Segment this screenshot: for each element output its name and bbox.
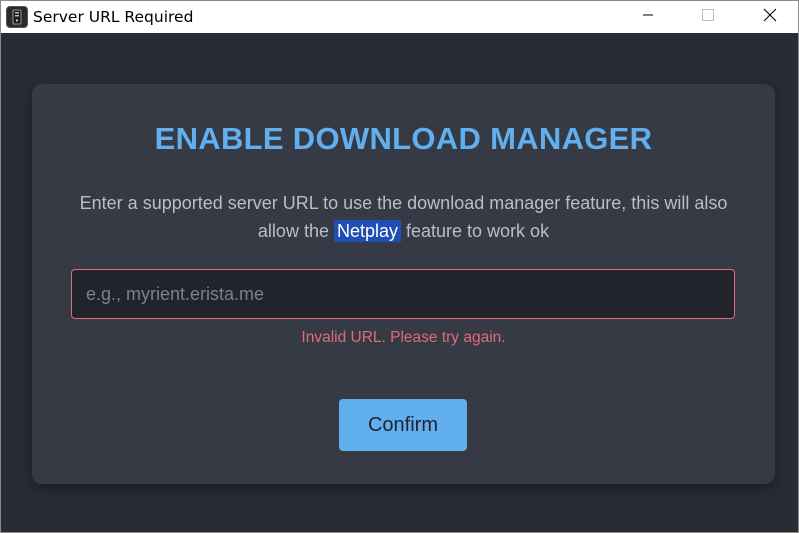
confirm-button[interactable]: Confirm [339,399,467,451]
client-area: ENABLE DOWNLOAD MANAGER Enter a supporte… [1,33,798,532]
minimize-button[interactable] [625,1,671,33]
close-button[interactable] [747,1,793,33]
title-bar[interactable]: Server URL Required [1,1,798,33]
maximize-button[interactable] [685,1,731,33]
dialog-description: Enter a supported server URL to use the … [72,189,735,245]
maximize-icon [702,8,714,26]
app-window: Server URL Required ENABLE DOWNLOAD MANA… [0,0,799,533]
error-message: Invalid URL. Please try again. [301,329,506,346]
dialog-heading: ENABLE DOWNLOAD MANAGER [154,121,653,156]
minimize-icon [642,8,654,26]
window-title: Server URL Required [33,8,194,26]
server-url-input[interactable] [71,269,735,319]
app-icon [6,6,28,28]
dialog-card: ENABLE DOWNLOAD MANAGER Enter a supporte… [32,84,775,484]
description-highlight: Netplay [333,220,401,242]
description-text-end: feature to work ok [401,221,550,241]
close-icon [763,8,777,27]
